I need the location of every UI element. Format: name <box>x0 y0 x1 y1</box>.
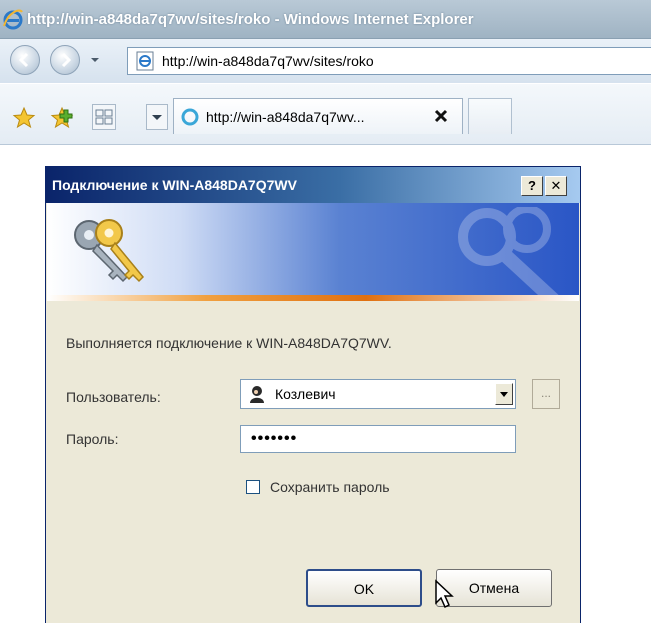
keys-icon <box>74 219 145 283</box>
window-title: http://win-a848da7q7wv/sites/roko - Wind… <box>27 10 474 28</box>
keys-watermark-icon <box>458 207 562 299</box>
navigation-bar: http://win-a848da7q7wv/sites/roko <box>0 39 651 83</box>
close-button[interactable]: ✕ <box>545 176 567 196</box>
dialog-title: Подключение к WIN-A848DA7Q7WV <box>52 177 297 193</box>
browser-title-bar: http://win-a848da7q7wv/sites/roko - Wind… <box>0 0 651 39</box>
chevron-down-icon <box>500 392 508 397</box>
tabs-bar: http://win-a848da7q7wv... <box>0 84 651 145</box>
ie-logo-icon <box>3 9 23 30</box>
user-label: Пользователь: <box>66 389 161 405</box>
forward-arrow-icon <box>61 52 72 68</box>
user-value: Козлевич <box>275 386 336 402</box>
tab-label: http://win-a848da7q7wv... <box>206 108 365 125</box>
address-text[interactable]: http://win-a848da7q7wv/sites/roko <box>162 53 374 69</box>
add-favorite-icon[interactable] <box>50 106 76 130</box>
back-arrow-icon <box>18 52 29 68</box>
page-icon <box>136 51 154 71</box>
close-icon[interactable] <box>434 109 448 123</box>
tab-list-button[interactable] <box>146 104 168 130</box>
dialog-banner <box>47 203 579 301</box>
back-button[interactable] <box>10 45 40 75</box>
quick-tabs-icon <box>95 109 113 125</box>
login-dialog: Подключение к WIN-A848DA7Q7WV ? ✕ Выполн… <box>45 166 581 623</box>
help-button[interactable]: ? <box>521 176 543 196</box>
remember-password-label[interactable]: Сохранить пароль <box>270 479 390 495</box>
connecting-message: Выполняется подключение к WIN-A848DA7Q7W… <box>66 335 392 351</box>
user-dropdown-button[interactable] <box>495 383 513 405</box>
user-combobox[interactable]: Козлевич <box>240 379 516 409</box>
history-dropdown-icon[interactable] <box>90 56 100 64</box>
chevron-down-icon <box>152 115 162 120</box>
mouse-cursor-icon <box>435 579 454 609</box>
forward-button[interactable] <box>50 45 80 75</box>
quick-tabs-button[interactable] <box>92 104 116 130</box>
dialog-title-bar[interactable]: Подключение к WIN-A848DA7Q7WV ? ✕ <box>46 167 580 203</box>
password-value: ••••••• <box>251 430 298 447</box>
tab-current[interactable]: http://win-a848da7q7wv... <box>173 98 463 134</box>
remember-password-row[interactable]: Сохранить пароль <box>246 479 390 495</box>
loading-icon <box>181 108 199 125</box>
browse-users-button[interactable]: ... <box>532 379 560 409</box>
user-avatar-icon <box>248 385 266 403</box>
banner-stripe <box>47 295 579 301</box>
new-tab-button[interactable] <box>468 98 512 134</box>
password-label: Пароль: <box>66 431 119 447</box>
ok-button[interactable]: OK <box>306 569 422 607</box>
remember-password-checkbox[interactable] <box>246 480 260 494</box>
address-bar[interactable]: http://win-a848da7q7wv/sites/roko <box>127 47 651 75</box>
favorites-star-icon[interactable] <box>12 106 36 130</box>
password-field[interactable]: ••••••• <box>240 425 516 453</box>
